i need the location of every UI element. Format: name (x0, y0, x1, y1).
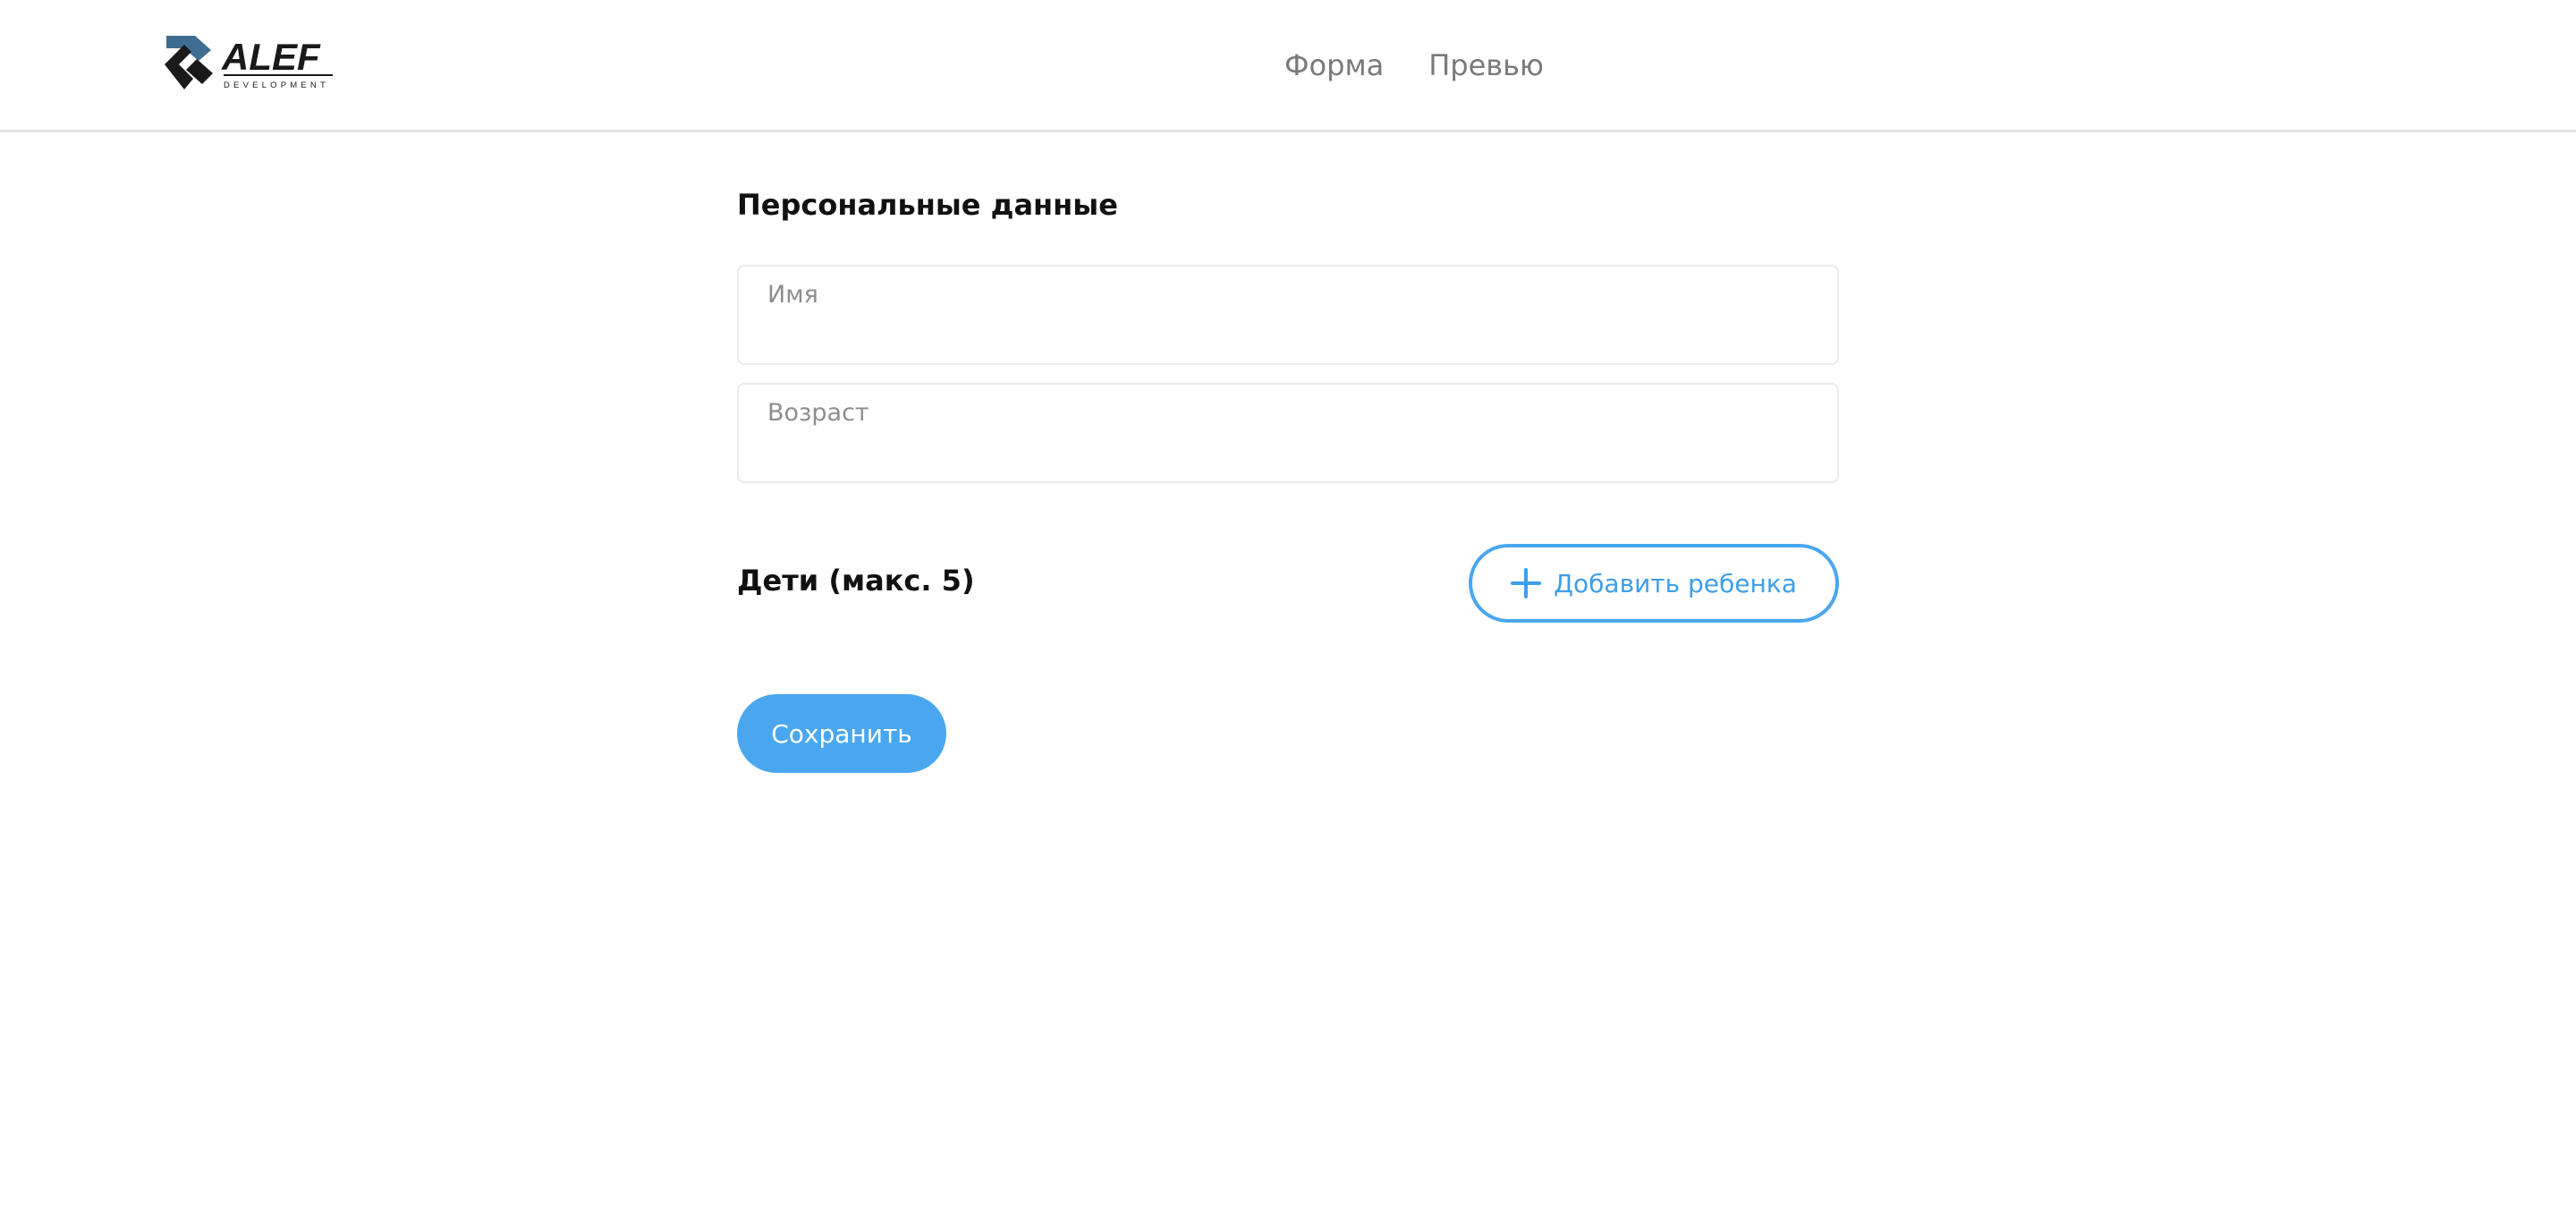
age-field-label: Возраст (767, 399, 869, 427)
nav-link-form[interactable]: Форма (1284, 45, 1384, 86)
main-nav: Форма Превью (1284, 45, 1544, 86)
logo-subtext: DEVELOPMENT (224, 81, 329, 90)
app-header: ALEF DEVELOPMENT Форма Превью (0, 0, 2576, 132)
logo-mark-icon: ALEF DEVELOPMENT (165, 36, 333, 90)
children-section-title: Дети (макс. 5) (737, 564, 975, 598)
name-input[interactable] (767, 318, 1805, 354)
age-field[interactable]: Возраст (737, 383, 1839, 483)
section-title-personal: Персональные данные (737, 188, 1118, 222)
name-field-label: Имя (767, 281, 818, 309)
brand-logo[interactable]: ALEF DEVELOPMENT (165, 34, 335, 91)
logo-text: ALEF (221, 36, 321, 78)
nav-link-preview[interactable]: Превью (1428, 45, 1544, 86)
age-input[interactable] (767, 437, 1805, 472)
plus-icon (1511, 568, 1542, 598)
save-button[interactable]: Сохранить (737, 694, 946, 773)
add-child-button-label: Добавить ребенка (1554, 568, 1797, 598)
add-child-button[interactable]: Добавить ребенка (1469, 544, 1839, 623)
name-field[interactable]: Имя (737, 265, 1839, 365)
